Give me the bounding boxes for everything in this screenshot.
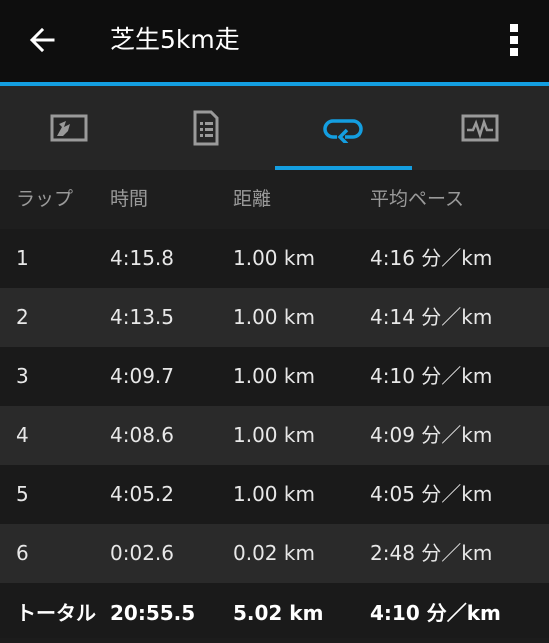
lap-number: 5 [16, 482, 29, 506]
lap-number: 4 [16, 423, 29, 447]
arrow-left-icon [29, 27, 55, 53]
total-distance: 5.02 km [233, 601, 324, 625]
header-time: 時間 [110, 188, 149, 210]
lap-distance: 1.00 km [233, 305, 315, 329]
table-row[interactable]: 5 4:05.2 1.00 km 4:05 分／km [0, 465, 549, 524]
lap-distance: 1.00 km [233, 482, 315, 506]
total-pace: 4:10 分／km [370, 601, 501, 625]
lap-pace: 4:05 分／km [370, 482, 493, 506]
lap-time: 4:15.8 [110, 246, 174, 270]
laps-table: ラップ 時間 距離 平均ペース 1 4:15.8 1.00 km 4:16 分／… [0, 170, 549, 638]
tab-laps[interactable] [274, 86, 413, 170]
lap-time: 4:05.2 [110, 482, 174, 506]
lap-pace: 2:48 分／km [370, 541, 493, 565]
activity-chart-icon [461, 114, 499, 142]
laps-loop-icon [323, 119, 363, 143]
back-button[interactable] [22, 20, 62, 60]
header-pace: 平均ペース [370, 188, 465, 210]
lap-time: 4:08.6 [110, 423, 174, 447]
lap-number: 1 [16, 246, 29, 270]
tab-charts[interactable] [412, 86, 549, 170]
more-vert-icon [510, 24, 518, 56]
table-row[interactable]: 3 4:09.7 1.00 km 4:10 分／km [0, 347, 549, 406]
lap-pace: 4:09 分／km [370, 423, 493, 447]
document-list-icon [193, 110, 219, 146]
header-lap: ラップ [16, 188, 74, 210]
lap-pace: 4:14 分／km [370, 305, 493, 329]
app-bar: 芝生5km走 [0, 0, 549, 82]
tab-map[interactable] [0, 86, 137, 170]
tab-details[interactable] [137, 86, 274, 170]
lap-distance: 1.00 km [233, 364, 315, 388]
lap-pace: 4:10 分／km [370, 364, 493, 388]
tab-bar [0, 86, 549, 170]
map-icon [50, 114, 88, 142]
lap-number: 3 [16, 364, 29, 388]
lap-number: 2 [16, 305, 29, 329]
header-distance: 距離 [233, 188, 272, 210]
lap-distance: 1.00 km [233, 246, 315, 270]
lap-time: 4:13.5 [110, 305, 174, 329]
page-title: 芝生5km走 [110, 25, 240, 54]
table-row[interactable]: 4 4:08.6 1.00 km 4:09 分／km [0, 406, 549, 465]
table-row[interactable]: 1 4:15.8 1.00 km 4:16 分／km [0, 229, 549, 288]
total-time: 20:55.5 [110, 601, 196, 625]
table-row[interactable]: 6 0:02.6 0.02 km 2:48 分／km [0, 524, 549, 583]
table-header: ラップ 時間 距離 平均ペース [0, 170, 549, 229]
overflow-menu-button[interactable] [499, 18, 529, 62]
lap-distance: 0.02 km [233, 541, 315, 565]
lap-pace: 4:16 分／km [370, 246, 493, 270]
total-row: トータル 20:55.5 5.02 km 4:10 分／km [0, 583, 549, 638]
lap-time: 4:09.7 [110, 364, 174, 388]
lap-distance: 1.00 km [233, 423, 315, 447]
lap-number: 6 [16, 541, 29, 565]
lap-time: 0:02.6 [110, 541, 174, 565]
total-label: トータル [16, 601, 96, 625]
table-row[interactable]: 2 4:13.5 1.00 km 4:14 分／km [0, 288, 549, 347]
